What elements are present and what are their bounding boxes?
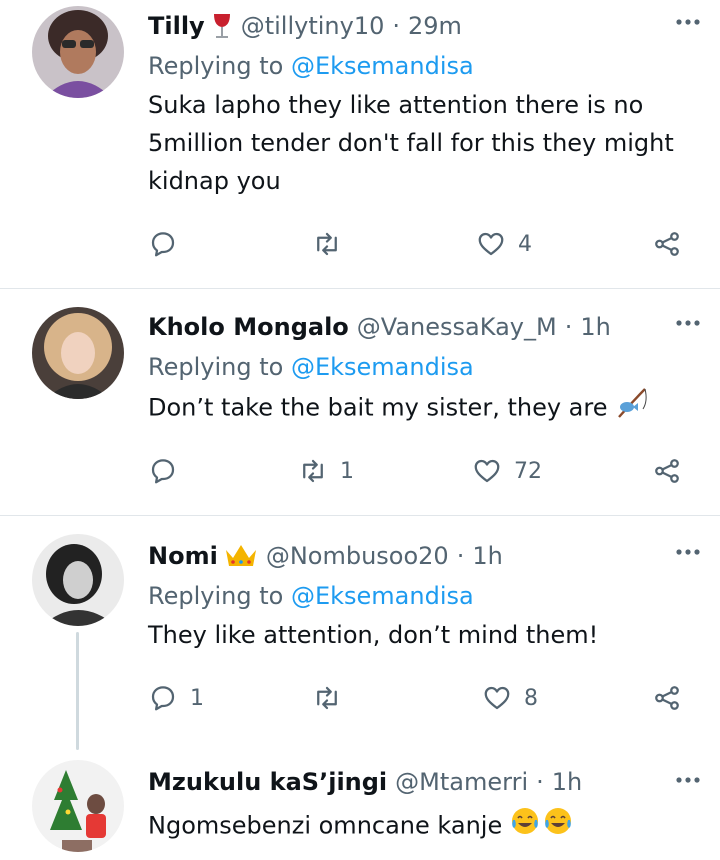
tweet[interactable]: Nomi @Nombusoo20 · 1h Replying to @Eksem… [0, 516, 720, 750]
share-button[interactable] [652, 226, 682, 262]
fishing-pole-icon [615, 387, 649, 430]
like-button[interactable]: 8 [482, 680, 538, 716]
like-count: 8 [524, 685, 538, 711]
user-handle[interactable]: @Nombusoo20 [266, 542, 449, 570]
timestamp[interactable]: 1h [580, 313, 610, 341]
tweet-actions: 1 8 [148, 680, 708, 716]
tweet-actions: 4 [148, 226, 708, 262]
like-icon [478, 232, 504, 256]
wine-glass-icon [211, 11, 233, 41]
display-name[interactable]: Mzukulu kaS’jingi [148, 768, 387, 796]
tweet-header: Kholo Mongalo @VanessaKay_M · 1h [148, 309, 700, 345]
reply-icon [151, 686, 175, 711]
replying-label: Replying to [148, 582, 284, 610]
tweet-header: Mzukulu kaS’jingi @Mtamerri · 1h [148, 764, 700, 800]
crown-icon [224, 542, 258, 570]
separator: · [564, 313, 573, 341]
tweet-actions: 1 72 [148, 453, 708, 489]
separator: · [392, 12, 400, 40]
replying-label: Replying to [148, 52, 284, 80]
reply-button[interactable] [148, 226, 190, 262]
retweet-button[interactable] [312, 680, 354, 716]
replying-to: Replying to @Eksemandisa [148, 349, 700, 385]
tweet-text: Ngomsebenzi omncane kanje [148, 806, 700, 847]
display-name[interactable]: Tilly [148, 12, 205, 40]
tweet-text: They like attention, don’t mind them! [148, 621, 599, 649]
reply-icon [151, 459, 175, 484]
replying-to: Replying to @Eksemandisa [148, 48, 700, 84]
like-button[interactable]: 4 [476, 226, 532, 262]
like-icon [484, 686, 510, 710]
reply-button[interactable]: 1 [148, 680, 204, 716]
share-icon [655, 686, 679, 710]
reply-icon [151, 232, 175, 257]
user-handle[interactable]: @tillytiny10 [241, 12, 385, 40]
user-handle[interactable]: @VanessaKay_M [357, 313, 557, 341]
mention-link[interactable]: @Eksemandisa [291, 353, 474, 381]
mention-link[interactable]: @Eksemandisa [291, 52, 474, 80]
timestamp[interactable]: 1h [472, 542, 502, 570]
retweet-button[interactable]: 1 [298, 453, 354, 489]
reply-count: 1 [190, 685, 204, 711]
display-name[interactable]: Nomi [148, 542, 218, 570]
retweet-icon [317, 232, 337, 256]
replying-to: Replying to @Eksemandisa [148, 578, 700, 614]
tears-of-joy-icon [510, 806, 574, 847]
tweet-text: Suka lapho they like attention there is … [148, 91, 674, 195]
more-icon[interactable] [672, 8, 704, 36]
tweet-text-body: Don’t take the bait my sister, they are [148, 393, 608, 422]
like-count: 72 [514, 458, 542, 484]
like-button[interactable]: 72 [472, 453, 542, 489]
timestamp[interactable]: 1h [552, 768, 582, 796]
separator: · [456, 542, 465, 570]
more-icon[interactable] [672, 538, 704, 566]
separator: · [536, 768, 544, 796]
retweet-count: 1 [340, 458, 354, 484]
tweet[interactable]: Mzukulu kaS’jingi @Mtamerri · 1h Ngomseb… [0, 750, 720, 860]
share-button[interactable] [652, 453, 682, 489]
replying-label: Replying to [148, 353, 284, 381]
like-count: 4 [518, 231, 532, 257]
more-icon[interactable] [672, 309, 704, 337]
display-name[interactable]: Kholo Mongalo [148, 313, 349, 341]
user-handle[interactable]: @Mtamerri [395, 768, 528, 796]
avatar[interactable] [32, 534, 124, 626]
tweet-header: Tilly @tillytiny10 · 29m [148, 8, 700, 44]
reply-button[interactable] [148, 453, 190, 489]
share-button[interactable] [652, 680, 682, 716]
tweet[interactable]: Tilly @tillytiny10 · 29m Replying to @Ek… [0, 0, 720, 288]
mention-link[interactable]: @Eksemandisa [291, 582, 474, 610]
tweet-text-body: Ngomsebenzi omncane kanje [148, 811, 503, 840]
timestamp[interactable]: 29m [408, 12, 462, 40]
tweet-header: Nomi @Nombusoo20 · 1h [148, 538, 700, 574]
avatar[interactable] [32, 760, 124, 852]
tweet-text: Don’t take the bait my sister, they are [148, 387, 700, 430]
more-icon[interactable] [672, 766, 704, 794]
share-icon [655, 232, 679, 256]
like-icon [474, 459, 500, 483]
share-icon [655, 459, 679, 483]
avatar[interactable] [32, 6, 124, 98]
retweet-icon [317, 686, 337, 710]
retweet-button[interactable] [312, 226, 354, 262]
retweet-icon [303, 459, 323, 483]
tweet[interactable]: Kholo Mongalo @VanessaKay_M · 1h Replyin… [0, 289, 720, 515]
avatar[interactable] [32, 307, 124, 399]
